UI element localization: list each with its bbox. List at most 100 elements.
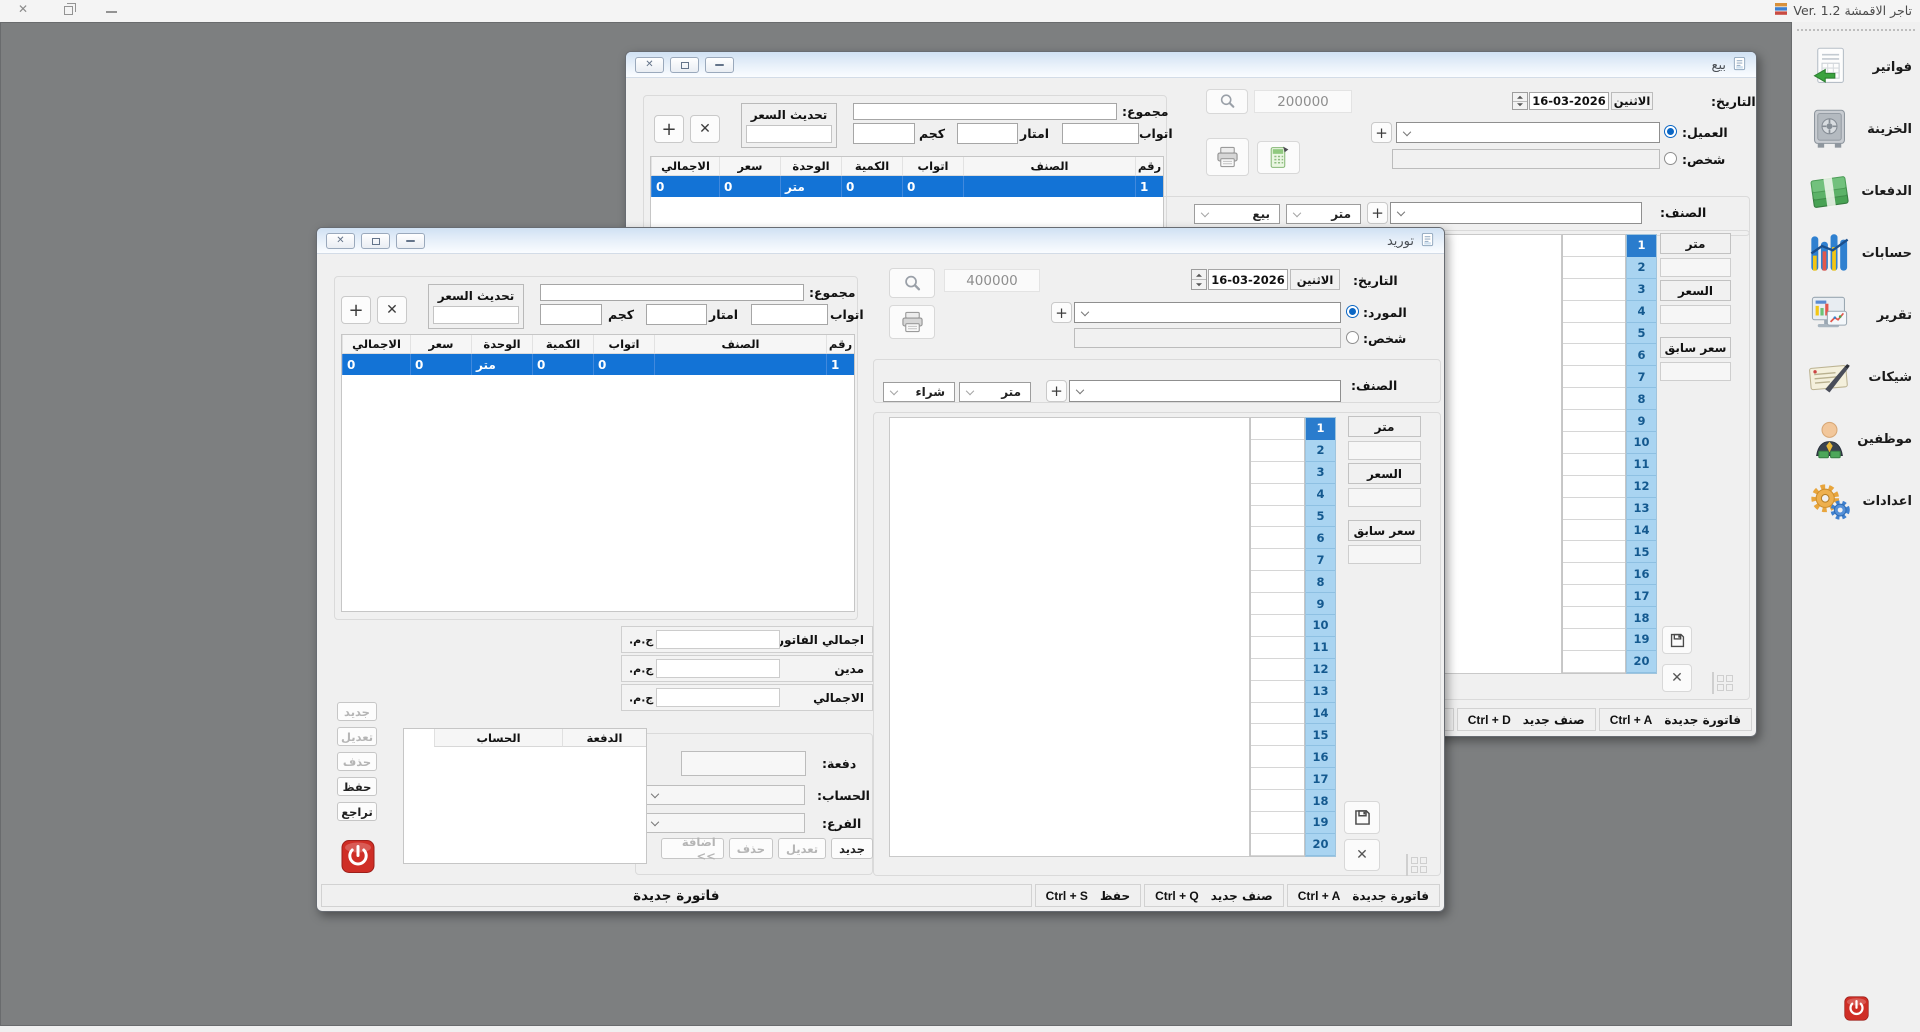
grid-cell[interactable] bbox=[1563, 498, 1625, 520]
grid-cell[interactable] bbox=[1251, 834, 1304, 856]
grid-cell[interactable] bbox=[1563, 323, 1625, 345]
person-field[interactable] bbox=[1074, 328, 1341, 348]
add-supplier-button[interactable]: + bbox=[1051, 302, 1072, 323]
total-value-field[interactable] bbox=[656, 688, 780, 707]
sell-titlebar[interactable]: بيع ✕ bbox=[626, 52, 1756, 78]
grid-row-number[interactable]: 18 bbox=[1306, 790, 1335, 812]
grid-row-number[interactable]: 3 bbox=[1627, 279, 1656, 301]
grid-cell[interactable] bbox=[1251, 506, 1304, 528]
sum-field[interactable] bbox=[540, 284, 804, 301]
sidebar-item[interactable]: حسابات bbox=[1792, 222, 1920, 284]
sidebar-item[interactable]: اعدادات bbox=[1792, 470, 1920, 532]
mode-dropdown[interactable]: شراء bbox=[883, 382, 955, 402]
sidebar-item[interactable]: موظفين bbox=[1792, 408, 1920, 470]
grid-row-number[interactable]: 20 bbox=[1306, 834, 1335, 856]
statusbar-cell[interactable]: صنف جديدCtrl + D bbox=[1457, 708, 1596, 731]
grid-row-number[interactable]: 9 bbox=[1306, 593, 1335, 615]
app-minimize-icon[interactable] bbox=[106, 11, 117, 13]
kg-field[interactable] bbox=[540, 304, 602, 325]
grid-row-number[interactable]: 11 bbox=[1306, 637, 1335, 659]
customer-combo[interactable] bbox=[1396, 122, 1660, 143]
sidebar-item[interactable]: شيكات bbox=[1792, 346, 1920, 408]
update-price-field[interactable] bbox=[746, 125, 832, 143]
date-field[interactable]: 16-03-2026 bbox=[1529, 92, 1609, 110]
person-field[interactable] bbox=[1392, 149, 1660, 169]
grid-row-number[interactable]: 7 bbox=[1627, 366, 1656, 388]
grid-row-number[interactable]: 5 bbox=[1306, 506, 1335, 528]
grid-cell[interactable] bbox=[1563, 454, 1625, 476]
grid-cell[interactable] bbox=[1563, 629, 1625, 651]
statusbar-cell[interactable]: صنف جديدCtrl + Q bbox=[1144, 884, 1284, 907]
side-field-value[interactable] bbox=[1660, 362, 1731, 381]
grid-cell[interactable] bbox=[1563, 410, 1625, 432]
update-price-field[interactable] bbox=[433, 306, 519, 324]
resize-grip[interactable] bbox=[1406, 854, 1427, 876]
grid-row-number[interactable]: 17 bbox=[1627, 585, 1656, 607]
save-icon[interactable] bbox=[1662, 626, 1692, 654]
side-field-value[interactable] bbox=[1348, 545, 1421, 564]
mode-dropdown[interactable]: بيع bbox=[1194, 204, 1280, 224]
app-titlebar[interactable]: تاجر الاقمشة Ver. 1.2 ✕ bbox=[0, 0, 1920, 22]
invoice-number-field[interactable]: 400000 bbox=[944, 269, 1040, 292]
grid-cell[interactable] bbox=[1251, 440, 1304, 462]
grid-row-number[interactable]: 16 bbox=[1306, 746, 1335, 768]
date-spinner[interactable] bbox=[1512, 92, 1528, 110]
grid-row-number[interactable]: 5 bbox=[1627, 323, 1656, 345]
sidebar-item[interactable]: تقرير bbox=[1792, 284, 1920, 346]
item-combo[interactable] bbox=[1069, 380, 1341, 402]
grid-cell[interactable] bbox=[1251, 593, 1304, 615]
grid-cell[interactable] bbox=[1563, 607, 1625, 629]
grid-cell[interactable] bbox=[1251, 418, 1304, 440]
maximize-icon[interactable] bbox=[670, 57, 699, 73]
close-icon[interactable]: ✕ bbox=[635, 57, 664, 73]
grid-cell[interactable] bbox=[1563, 585, 1625, 607]
grid-cell[interactable] bbox=[1251, 790, 1304, 812]
payment-button-0[interactable]: جديد bbox=[831, 838, 873, 859]
table-row[interactable]: 100متر00 bbox=[651, 176, 1163, 197]
supplier-radio[interactable] bbox=[1346, 305, 1359, 318]
grid-row-number[interactable]: 7 bbox=[1306, 549, 1335, 571]
grid-cell[interactable] bbox=[1251, 615, 1304, 637]
grid-row-number[interactable]: 10 bbox=[1306, 615, 1335, 637]
grid-cell[interactable] bbox=[1563, 257, 1625, 279]
print-icon[interactable] bbox=[1206, 138, 1249, 176]
grid-row-number[interactable]: 6 bbox=[1306, 527, 1335, 549]
grid-row-number[interactable]: 2 bbox=[1306, 440, 1335, 462]
meters-field[interactable] bbox=[957, 123, 1018, 144]
pieces-field[interactable] bbox=[751, 304, 828, 325]
grid-cell[interactable] bbox=[1251, 768, 1304, 790]
grid-cell[interactable] bbox=[1251, 724, 1304, 746]
add-row-button[interactable]: + bbox=[654, 115, 684, 143]
grid-row-number[interactable]: 12 bbox=[1306, 659, 1335, 681]
grid-row-number[interactable]: 17 bbox=[1306, 768, 1335, 790]
grid-row-number[interactable]: 2 bbox=[1627, 257, 1656, 279]
unit-dropdown[interactable]: متر bbox=[959, 382, 1031, 402]
save-icon[interactable] bbox=[1344, 801, 1380, 834]
grid-row-number[interactable]: 1 bbox=[1306, 418, 1335, 440]
person-radio[interactable] bbox=[1346, 331, 1359, 344]
grid-cell[interactable] bbox=[1563, 344, 1625, 366]
account-combo[interactable] bbox=[644, 785, 805, 805]
close-icon[interactable]: ✕ bbox=[326, 233, 355, 249]
grid-cell[interactable] bbox=[1251, 527, 1304, 549]
supply-titlebar[interactable]: توريد ✕ bbox=[317, 228, 1444, 254]
side-field-value[interactable] bbox=[1348, 488, 1421, 507]
grid-row-number[interactable]: 1 bbox=[1627, 235, 1656, 257]
grid-row-number[interactable]: 10 bbox=[1627, 432, 1656, 454]
add-item-button[interactable]: + bbox=[1367, 202, 1388, 224]
grid-row-number[interactable]: 11 bbox=[1627, 454, 1656, 476]
supplier-combo[interactable] bbox=[1074, 302, 1341, 323]
total-value-field[interactable] bbox=[656, 630, 780, 649]
sidebar-item[interactable]: الخزينة bbox=[1792, 98, 1920, 160]
date-spinner[interactable] bbox=[1191, 269, 1207, 290]
search-icon[interactable] bbox=[1206, 89, 1248, 114]
grid-row-number[interactable]: 13 bbox=[1306, 681, 1335, 703]
sidebar-item[interactable]: الدفعات bbox=[1792, 160, 1920, 222]
statusbar-cell[interactable]: حفظCtrl + S bbox=[1035, 884, 1142, 907]
grid-row-number[interactable]: 8 bbox=[1306, 571, 1335, 593]
grid-cell[interactable] bbox=[1251, 462, 1304, 484]
grid-cell[interactable] bbox=[1563, 235, 1625, 257]
grid-cell[interactable] bbox=[1251, 571, 1304, 593]
grid-cell[interactable] bbox=[1563, 563, 1625, 585]
grid-row-number[interactable]: 8 bbox=[1627, 388, 1656, 410]
